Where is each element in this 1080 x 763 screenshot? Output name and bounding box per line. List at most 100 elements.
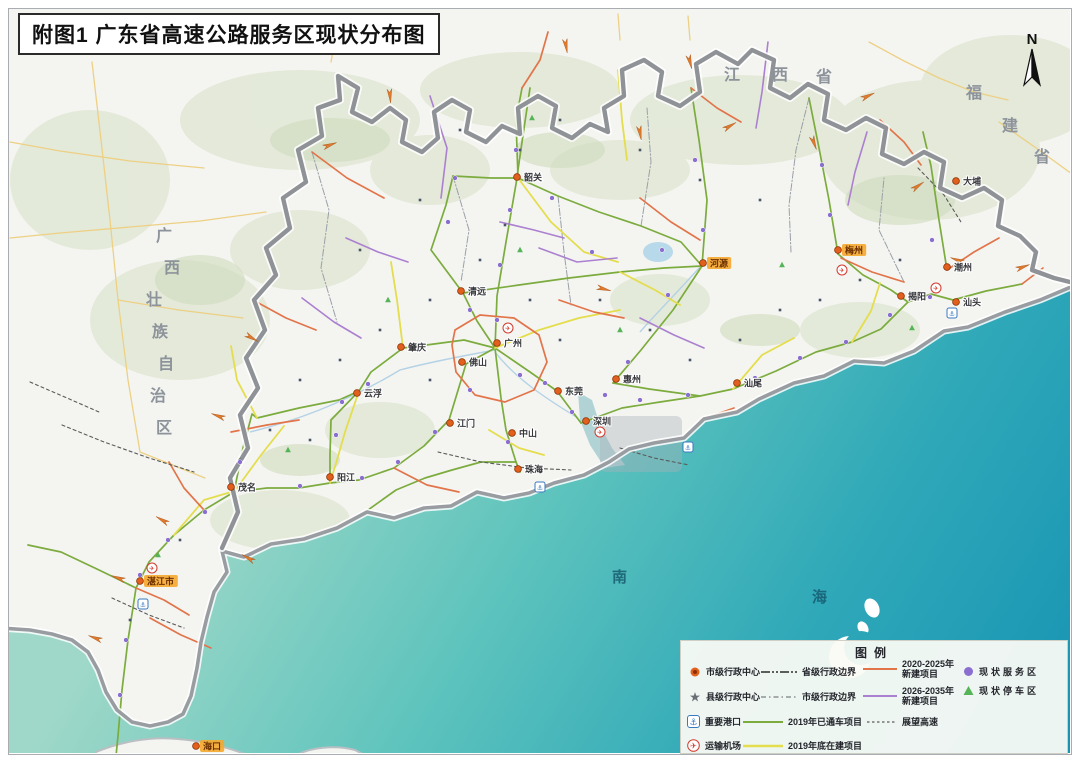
legend-service-area: 现状服务区 [963, 665, 1039, 678]
service-area-marker [138, 573, 143, 578]
town-dot [529, 299, 532, 302]
service-area-marker [508, 208, 513, 213]
town-dot [519, 149, 522, 152]
neighbor-province-label: 省 [1033, 147, 1050, 166]
city-label: 海口 [203, 740, 221, 751]
port-anchor-icon: ⚓ [685, 445, 691, 452]
city-center-marker [228, 484, 235, 491]
legend-parking-area: 现状停车区 [963, 684, 1039, 697]
town-dot [504, 224, 507, 227]
neighbor-province-label: 西 [164, 259, 180, 277]
town-dot [559, 339, 562, 342]
legend-prov-boundary: 省级行政边界 [761, 665, 856, 678]
town-dot [479, 259, 482, 262]
city-label: 河源 [710, 257, 728, 268]
north-label: N [1014, 32, 1050, 47]
city-center-marker [514, 174, 521, 181]
neighbor-province-label: 治 [150, 386, 166, 405]
neighbor-province-label: 西 [772, 66, 788, 84]
service-area-marker [518, 373, 523, 378]
sea-label: 南 [612, 568, 627, 586]
legend-open2019: 2019年已通车项目 [743, 715, 862, 728]
town-dot [309, 439, 312, 442]
city-center-marker [137, 578, 144, 585]
town-dot [339, 359, 342, 362]
legend-prospect: 展望高速 [867, 715, 938, 728]
city-label: 汕头 [963, 296, 981, 307]
town-dot [379, 329, 382, 332]
legend-label: 县级行政中心 [706, 690, 760, 703]
parking-area-icon [963, 685, 974, 696]
airport-plane-icon: ✈ [839, 268, 845, 275]
reservoir-lake [643, 242, 673, 262]
service-area-marker [828, 213, 833, 218]
service-area-marker [844, 340, 849, 345]
city-center-marker [459, 359, 466, 366]
town-dot [689, 359, 692, 362]
city-label: 广州 [504, 337, 522, 348]
port-anchor-icon: ⚓ [537, 485, 543, 492]
city-center-marker [835, 247, 842, 254]
legend-label: 2020-2025年 新建项目 [902, 659, 954, 680]
neighbor-province-label: 壮 [146, 290, 162, 309]
legend-new2025: 2020-2025年 新建项目 [863, 659, 954, 680]
legend-label: 2019年已通车项目 [788, 715, 862, 728]
neighbor-province-label: 广 [156, 226, 172, 245]
city-center-marker [700, 260, 707, 267]
neighbor-province-label: 区 [156, 419, 172, 437]
legend-label: 重要港口 [705, 715, 741, 728]
city-label: 梅州 [845, 244, 863, 255]
service-area-marker [626, 360, 631, 365]
service-area-marker [468, 388, 473, 393]
city-center-marker [944, 264, 951, 271]
service-area-marker [366, 382, 371, 387]
service-area-marker [514, 148, 519, 153]
service-area-icon [963, 666, 974, 677]
service-area-marker [820, 163, 825, 168]
city-center-marker [354, 390, 361, 397]
city-boundary-line [761, 694, 797, 700]
service-area-marker [124, 638, 129, 643]
town-dot [899, 259, 902, 262]
prov-boundary-line [761, 669, 797, 675]
service-area-marker [340, 400, 345, 405]
legend-county-center: 县级行政中心 [689, 690, 760, 703]
legend: 图例 市级行政中心 县级行政中心 ⚓ 重要港口 ✈ 运输机场 省级行政边界 市级… [680, 640, 1068, 754]
city-label: 深圳 [593, 415, 611, 426]
new2025-line [863, 666, 897, 672]
map-title: 附图1 广东省高速公路服务区现状分布图 [18, 13, 440, 55]
service-area-marker [396, 460, 401, 465]
town-dot [429, 299, 432, 302]
legend-label: 2026-2035年 新建项目 [902, 686, 954, 707]
city-center-marker [447, 420, 454, 427]
port-anchor-icon: ⚓ [687, 715, 700, 728]
port-anchor-icon: ⚓ [949, 311, 955, 318]
legend-label: 省级行政边界 [802, 665, 856, 678]
city-center-marker [613, 376, 620, 383]
city-center-marker [898, 293, 905, 300]
airport-plane-icon: ✈ [597, 430, 603, 437]
neighbor-province-label: 自 [158, 354, 174, 373]
city-label: 佛山 [468, 356, 487, 367]
neighbor-province-label: 族 [152, 322, 169, 341]
service-area-marker [238, 460, 243, 465]
legend-airport: ✈ 运输机场 [687, 739, 741, 752]
service-area-marker [506, 440, 511, 445]
airport-plane-icon: ✈ [933, 286, 939, 293]
city-center-marker [458, 288, 465, 295]
neighbor-province-label: 福 [965, 83, 982, 102]
legend-city-boundary: 市级行政边界 [761, 690, 856, 703]
constr2019-line [743, 743, 783, 749]
service-area-marker [590, 250, 595, 255]
city-center-marker [193, 743, 200, 750]
legend-label: 展望高速 [902, 715, 938, 728]
county-center-icon [689, 691, 701, 703]
service-area-marker [298, 484, 303, 489]
town-dot [419, 199, 422, 202]
town-dot [299, 379, 302, 382]
city-center-marker [953, 299, 960, 306]
town-dot [859, 279, 862, 282]
service-area-marker [446, 220, 451, 225]
city-center-marker [515, 466, 522, 473]
service-area-marker [433, 430, 438, 435]
